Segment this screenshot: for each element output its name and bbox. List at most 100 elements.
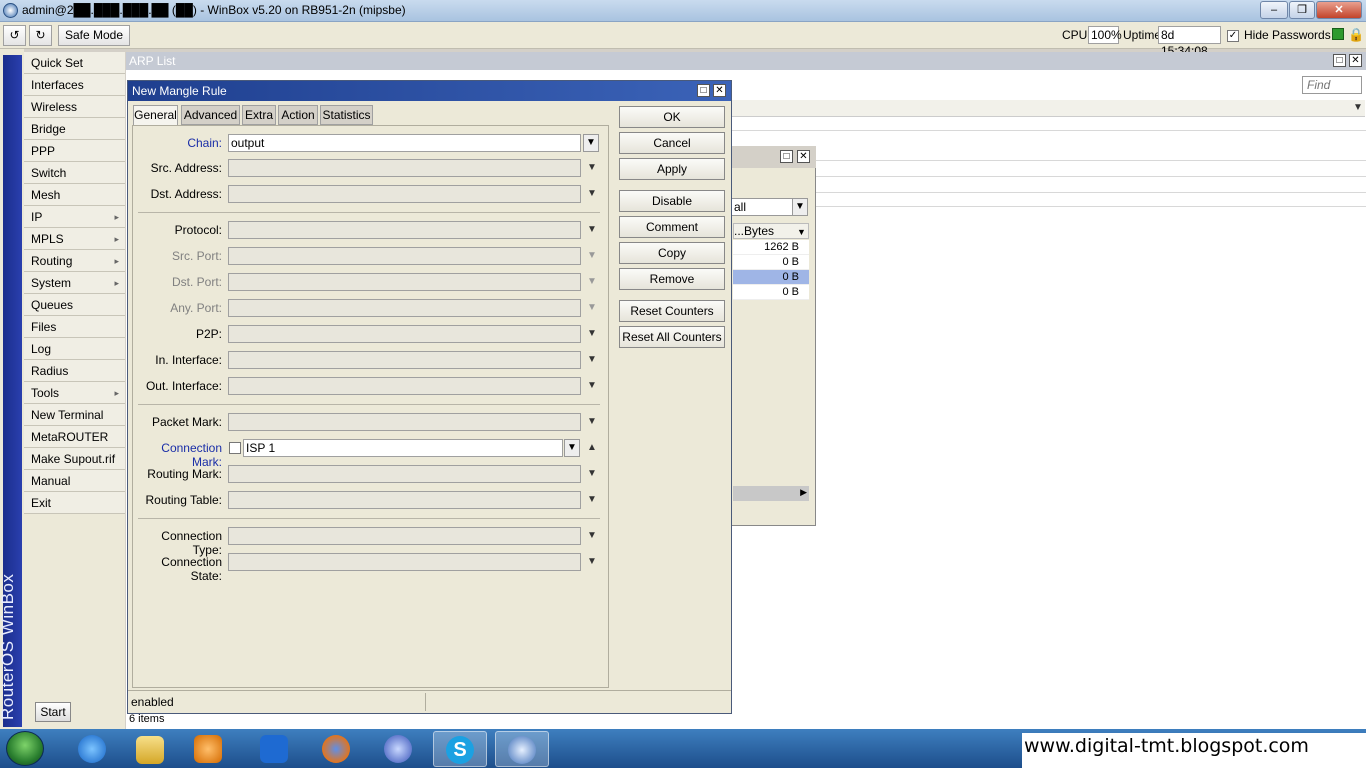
bg-row[interactable]: 1262 B xyxy=(733,240,809,255)
menu-item-metarouter[interactable]: MetaROUTER xyxy=(24,426,125,448)
reset-all-counters-button[interactable]: Reset All Counters xyxy=(619,326,725,348)
p2p-input[interactable] xyxy=(228,325,581,343)
hide-passwords-checkbox[interactable]: ✓ xyxy=(1227,30,1239,42)
connection-type-dropdown-icon[interactable]: ▼ xyxy=(587,530,597,541)
menu-item-switch[interactable]: Switch xyxy=(24,162,125,184)
windows-start-icon[interactable] xyxy=(6,731,44,766)
protocol-input[interactable] xyxy=(228,221,581,239)
dialog-titlebar[interactable]: New Mangle Rule □ ✕ xyxy=(128,81,731,101)
taskbar-media-player[interactable] xyxy=(182,731,236,767)
taskbar-winbox[interactable] xyxy=(495,731,549,767)
bg-maximize-icon[interactable]: □ xyxy=(780,150,793,163)
packet-mark-input[interactable] xyxy=(228,413,581,431)
redo-icon[interactable]: ↻ xyxy=(29,25,52,46)
taskbar-globe[interactable] xyxy=(372,731,426,767)
menu-item-log[interactable]: Log xyxy=(24,338,125,360)
protocol-dropdown-icon[interactable]: ▼ xyxy=(587,224,597,235)
bg-col-dropdown-icon[interactable]: ▼ xyxy=(797,225,806,239)
routing-table-input[interactable] xyxy=(228,491,581,509)
taskbar-ie[interactable] xyxy=(66,731,120,767)
reset-counters-button[interactable]: Reset Counters xyxy=(619,300,725,322)
chain-dropdown-icon[interactable]: ▼ xyxy=(583,134,599,152)
start-button[interactable]: Start xyxy=(35,702,71,722)
bg-col-bytes[interactable]: Bytes xyxy=(744,224,774,238)
in-interface-dropdown-icon[interactable]: ▼ xyxy=(587,354,597,365)
bg-row[interactable]: 0 B xyxy=(733,255,809,270)
src-port-input[interactable] xyxy=(228,247,581,265)
minimize-button[interactable]: – xyxy=(1260,1,1288,19)
src-address-dropdown-icon[interactable]: ▼ xyxy=(587,162,597,173)
packet-mark-dropdown-icon[interactable]: ▼ xyxy=(587,416,597,427)
menu-item-queues[interactable]: Queues xyxy=(24,294,125,316)
dst-address-dropdown-icon[interactable]: ▼ xyxy=(587,188,597,199)
ok-button[interactable]: OK xyxy=(619,106,725,128)
menu-item-bridge[interactable]: Bridge xyxy=(24,118,125,140)
window-titlebar[interactable]: admin@2██.███.███.██ (██) - WinBox v5.20… xyxy=(0,0,1366,22)
bg-scrollbar[interactable]: ▶ xyxy=(733,486,809,501)
menu-item-files[interactable]: Files xyxy=(24,316,125,338)
menu-item-radius[interactable]: Radius xyxy=(24,360,125,382)
apply-button[interactable]: Apply xyxy=(619,158,725,180)
routing-table-dropdown-icon[interactable]: ▼ xyxy=(587,494,597,505)
arp-maximize-icon[interactable]: □ xyxy=(1333,54,1346,67)
dialog-maximize-icon[interactable]: □ xyxy=(697,84,710,97)
menu-item-ip[interactable]: IP ▸ xyxy=(24,206,125,228)
tab-extra[interactable]: Extra xyxy=(242,105,276,125)
copy-button[interactable]: Copy xyxy=(619,242,725,264)
connection-mark-negate-checkbox[interactable] xyxy=(229,442,241,454)
background-window-titlebar[interactable]: □ ✕ xyxy=(731,146,816,168)
menu-item-make-supout-rif[interactable]: Make Supout.rif xyxy=(24,448,125,470)
dst-port-dropdown-icon[interactable]: ▼ xyxy=(587,276,597,287)
disable-button[interactable]: Disable xyxy=(619,190,725,212)
arp-close-icon[interactable]: ✕ xyxy=(1349,54,1362,67)
in-interface-input[interactable] xyxy=(228,351,581,369)
menu-item-mesh[interactable]: Mesh xyxy=(24,184,125,206)
routing-mark-input[interactable] xyxy=(228,465,581,483)
bg-filter-dropdown-icon[interactable]: ▼ xyxy=(792,198,808,216)
out-interface-input[interactable] xyxy=(228,377,581,395)
bg-close-icon[interactable]: ✕ xyxy=(797,150,810,163)
taskbar-skype[interactable]: S xyxy=(433,731,487,767)
connection-state-dropdown-icon[interactable]: ▼ xyxy=(587,556,597,567)
dst-port-input[interactable] xyxy=(228,273,581,291)
undo-icon[interactable]: ↺ xyxy=(3,25,26,46)
menu-item-mpls[interactable]: MPLS ▸ xyxy=(24,228,125,250)
any-port-dropdown-icon[interactable]: ▼ xyxy=(587,302,597,313)
column-dropdown-icon[interactable]: ▼ xyxy=(1353,102,1363,113)
menu-item-new-terminal[interactable]: New Terminal xyxy=(24,404,125,426)
bg-row[interactable]: 0 B xyxy=(733,285,809,300)
dst-address-input[interactable] xyxy=(228,185,581,203)
p2p-dropdown-icon[interactable]: ▼ xyxy=(587,328,597,339)
connection-mark-input[interactable]: ISP 1 xyxy=(243,439,563,457)
remove-button[interactable]: Remove xyxy=(619,268,725,290)
taskbar-explorer[interactable] xyxy=(124,731,178,767)
tab-advanced[interactable]: Advanced xyxy=(181,105,240,125)
src-address-input[interactable] xyxy=(228,159,581,177)
safe-mode-button[interactable]: Safe Mode xyxy=(58,25,130,46)
bg-row-selected[interactable]: 0 B xyxy=(733,270,809,285)
src-port-dropdown-icon[interactable]: ▼ xyxy=(587,250,597,261)
bg-filter-select[interactable]: all xyxy=(731,198,794,216)
connection-type-input[interactable] xyxy=(228,527,581,545)
menu-item-quick-set[interactable]: Quick Set xyxy=(24,52,125,74)
any-port-input[interactable] xyxy=(228,299,581,317)
tab-statistics[interactable]: Statistics xyxy=(320,105,373,125)
menu-item-tools[interactable]: Tools ▸ xyxy=(24,382,125,404)
maximize-button[interactable]: ❐ xyxy=(1289,1,1315,19)
tab-general[interactable]: General xyxy=(133,105,178,126)
tab-action[interactable]: Action xyxy=(278,105,318,125)
arp-list-titlebar[interactable]: ARP List □ ✕ xyxy=(126,52,1366,70)
menu-item-exit[interactable]: Exit xyxy=(24,492,125,514)
menu-item-wireless[interactable]: Wireless xyxy=(24,96,125,118)
dialog-close-icon[interactable]: ✕ xyxy=(713,84,726,97)
comment-button[interactable]: Comment xyxy=(619,216,725,238)
routing-mark-dropdown-icon[interactable]: ▼ xyxy=(587,468,597,479)
connection-state-input[interactable] xyxy=(228,553,581,571)
menu-item-routing[interactable]: Routing ▸ xyxy=(24,250,125,272)
find-input[interactable] xyxy=(1302,76,1362,94)
menu-item-interfaces[interactable]: Interfaces xyxy=(24,74,125,96)
menu-item-manual[interactable]: Manual xyxy=(24,470,125,492)
close-button[interactable]: ✕ xyxy=(1316,1,1362,19)
chain-input[interactable]: output xyxy=(228,134,581,152)
out-interface-dropdown-icon[interactable]: ▼ xyxy=(587,380,597,391)
